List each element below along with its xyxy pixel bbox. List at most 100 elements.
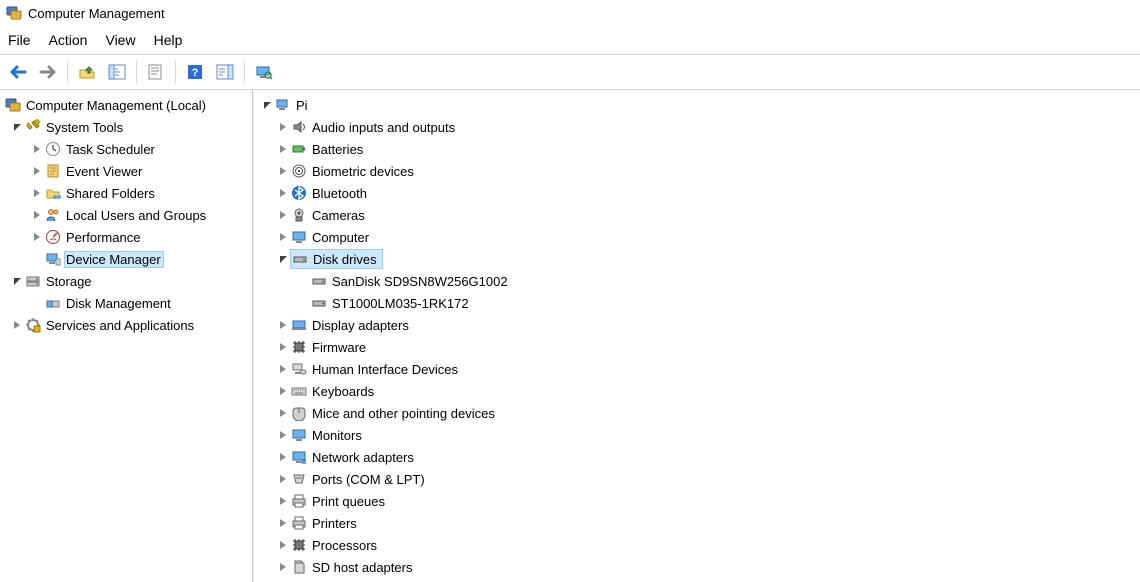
device-cat-ports[interactable]: Ports (COM & LPT) xyxy=(256,468,1138,490)
expander-closed-icon[interactable] xyxy=(276,365,290,373)
device-cat-sdhost[interactable]: SD host adapters xyxy=(256,556,1138,578)
tree-item-system-tools[interactable]: System Tools xyxy=(2,116,250,138)
computer-icon xyxy=(274,96,292,114)
tree-label: Computer Management (Local) xyxy=(24,97,209,114)
device-cat-audio[interactable]: Audio inputs and outputs xyxy=(256,116,1138,138)
tree-item-performance[interactable]: Performance xyxy=(2,226,250,248)
menu-action[interactable]: Action xyxy=(49,32,88,48)
tree-label: Human Interface Devices xyxy=(310,361,461,378)
expander-closed-icon[interactable] xyxy=(276,321,290,329)
expander-open-icon[interactable] xyxy=(276,255,290,264)
device-cat-mice[interactable]: Mice and other pointing devices xyxy=(256,402,1138,424)
tree-item-services[interactable]: Services and Applications xyxy=(2,314,250,336)
device-cat-hid[interactable]: Human Interface Devices xyxy=(256,358,1138,380)
printer-icon xyxy=(290,514,308,532)
expander-closed-icon[interactable] xyxy=(276,123,290,131)
tree-label: Bluetooth xyxy=(310,185,370,202)
tree-label: Computer xyxy=(310,229,372,246)
expander-closed-icon[interactable] xyxy=(276,541,290,549)
device-cat-bluetooth[interactable]: Bluetooth xyxy=(256,182,1138,204)
expander-closed-icon[interactable] xyxy=(276,497,290,505)
device-cat-cameras[interactable]: Cameras xyxy=(256,204,1138,226)
device-cat-processors[interactable]: Processors xyxy=(256,534,1138,556)
expander-closed-icon[interactable] xyxy=(276,519,290,527)
device-cat-monitors[interactable]: Monitors xyxy=(256,424,1138,446)
disk-drive-icon xyxy=(291,250,309,268)
expander-closed-icon[interactable] xyxy=(276,387,290,395)
expander-closed-icon[interactable] xyxy=(10,321,24,329)
back-button[interactable] xyxy=(4,59,32,85)
device-cat-disk-drives[interactable]: Disk drives xyxy=(256,248,1138,270)
expander-closed-icon[interactable] xyxy=(30,211,44,219)
expander-closed-icon[interactable] xyxy=(276,145,290,153)
performance-icon xyxy=(44,228,62,246)
device-item-disk2[interactable]: ST1000LM035-1RK172 xyxy=(256,292,1138,314)
device-cat-biometric[interactable]: Biometric devices xyxy=(256,160,1138,182)
tree-item-shared-folders[interactable]: Shared Folders xyxy=(2,182,250,204)
expander-closed-icon[interactable] xyxy=(276,475,290,483)
show-hide-tree-button[interactable] xyxy=(103,59,131,85)
fingerprint-icon xyxy=(290,162,308,180)
chip-icon xyxy=(290,338,308,356)
menu-view[interactable]: View xyxy=(105,32,135,48)
device-cat-network[interactable]: Network adapters xyxy=(256,446,1138,468)
tree-label: Print queues xyxy=(310,493,388,510)
tree-root[interactable]: Computer Management (Local) xyxy=(2,94,250,116)
expander-open-icon[interactable] xyxy=(260,101,274,110)
expander-closed-icon[interactable] xyxy=(276,189,290,197)
expander-closed-icon[interactable] xyxy=(276,563,290,571)
tree-item-device-manager[interactable]: Device Manager xyxy=(2,248,250,270)
expander-closed-icon[interactable] xyxy=(30,233,44,241)
device-tree[interactable]: Pi Audio inputs and outputs Batteries Bi… xyxy=(253,90,1140,582)
expander-closed-icon[interactable] xyxy=(276,211,290,219)
tree-label: Network adapters xyxy=(310,449,417,466)
device-cat-firmware[interactable]: Firmware xyxy=(256,336,1138,358)
expander-closed-icon[interactable] xyxy=(276,409,290,417)
disk-drive-icon xyxy=(310,272,328,290)
device-item-disk1[interactable]: SanDisk SD9SN8W256G1002 xyxy=(256,270,1138,292)
expander-closed-icon[interactable] xyxy=(30,189,44,197)
device-cat-display[interactable]: Display adapters xyxy=(256,314,1138,336)
device-cat-printqueues[interactable]: Print queues xyxy=(256,490,1138,512)
monitor-icon xyxy=(290,426,308,444)
tree-label: Performance xyxy=(64,229,143,246)
forward-button[interactable] xyxy=(34,59,62,85)
expander-closed-icon[interactable] xyxy=(276,431,290,439)
up-button[interactable] xyxy=(73,59,101,85)
device-cat-keyboards[interactable]: Keyboards xyxy=(256,380,1138,402)
tree-label: Monitors xyxy=(310,427,365,444)
tree-item-local-users[interactable]: Local Users and Groups xyxy=(2,204,250,226)
expander-closed-icon[interactable] xyxy=(30,145,44,153)
tree-item-disk-management[interactable]: Disk Management xyxy=(2,292,250,314)
event-viewer-icon xyxy=(44,162,62,180)
help-button[interactable]: ? xyxy=(181,59,209,85)
device-cat-printers[interactable]: Printers xyxy=(256,512,1138,534)
tree-item-event-viewer[interactable]: Event Viewer xyxy=(2,160,250,182)
device-root[interactable]: Pi xyxy=(256,94,1138,116)
device-cat-batteries[interactable]: Batteries xyxy=(256,138,1138,160)
expander-open-icon[interactable] xyxy=(10,277,24,286)
expander-closed-icon[interactable] xyxy=(30,167,44,175)
menu-file[interactable]: File xyxy=(8,32,31,48)
tree-label: Pi xyxy=(294,97,311,114)
scan-hardware-button[interactable] xyxy=(250,59,278,85)
expander-closed-icon[interactable] xyxy=(276,233,290,241)
tree-label: Task Scheduler xyxy=(64,141,158,158)
expander-closed-icon[interactable] xyxy=(276,453,290,461)
console-tree[interactable]: Computer Management (Local) System Tools… xyxy=(0,90,253,582)
expander-open-icon[interactable] xyxy=(10,123,24,132)
device-cat-computer[interactable]: Computer xyxy=(256,226,1138,248)
console-root-icon xyxy=(4,96,22,114)
tree-label: Storage xyxy=(44,273,95,290)
expander-closed-icon[interactable] xyxy=(276,167,290,175)
tree-label: Processors xyxy=(310,537,380,554)
tree-item-task-scheduler[interactable]: Task Scheduler xyxy=(2,138,250,160)
network-icon xyxy=(290,448,308,466)
tree-label: Firmware xyxy=(310,339,369,356)
menu-help[interactable]: Help xyxy=(154,32,183,48)
tree-item-storage[interactable]: Storage xyxy=(2,270,250,292)
tree-label: SanDisk SD9SN8W256G1002 xyxy=(330,273,511,290)
expander-closed-icon[interactable] xyxy=(276,343,290,351)
show-hide-action-pane-button[interactable] xyxy=(211,59,239,85)
properties-button[interactable] xyxy=(142,59,170,85)
